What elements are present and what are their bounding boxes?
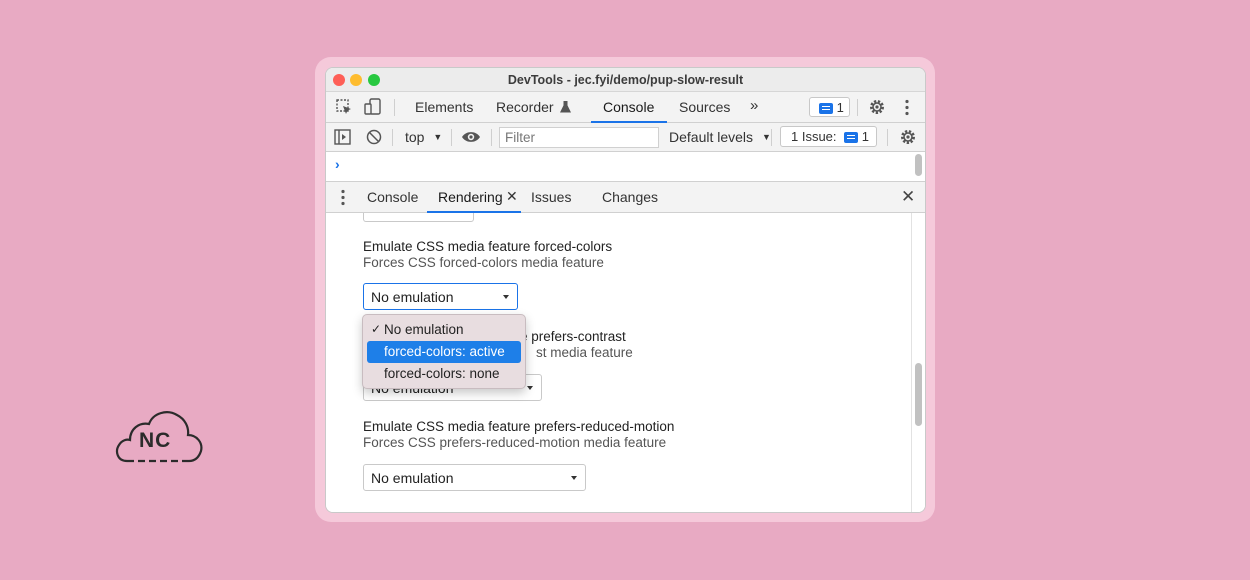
flask-icon: [560, 101, 572, 113]
drawer-tab-changes[interactable]: Changes: [602, 189, 658, 205]
forced-colors-subtitle: Forces CSS forced-colors media feature: [363, 255, 604, 270]
menu-option-no-emulation[interactable]: ✓ No emulation: [367, 319, 521, 341]
console-output[interactable]: [326, 152, 925, 182]
chevron-down-icon: ▼: [433, 132, 443, 142]
forced-colors-title: Emulate CSS media feature forced-colors: [363, 239, 613, 254]
sidebar-toggle-icon[interactable]: [334, 129, 351, 145]
issues-counter-count: 1: [861, 129, 870, 144]
menu-option-forced-colors-none[interactable]: forced-colors: none: [367, 363, 521, 385]
issues-counter-button[interactable]: 1 Issue: 1: [780, 126, 877, 147]
issues-badge-button[interactable]: 1: [809, 97, 850, 117]
eye-icon[interactable]: [461, 130, 481, 144]
reduced-motion-select[interactable]: No emulation: [363, 464, 586, 491]
console-scrollbar[interactable]: [915, 154, 922, 176]
prefers-contrast-subtitle: st media feature: [536, 345, 633, 360]
kebab-menu-icon[interactable]: [904, 99, 910, 116]
devtools-window: DevTools - jec.fyi/demo/pup-slow-result …: [325, 67, 926, 513]
close-tab-icon[interactable]: ✕: [506, 188, 518, 205]
menu-option-label: forced-colors: none: [384, 366, 500, 381]
clear-console-icon[interactable]: [366, 129, 382, 145]
chevron-down-icon: ▼: [761, 132, 771, 142]
chevron-down-icon: [571, 476, 577, 480]
context-selector-label: top: [405, 129, 425, 145]
drawer-tab-issues[interactable]: Issues: [531, 189, 571, 205]
issues-counter-label: 1 Issue:: [791, 129, 837, 144]
reduced-motion-select-value: No emulation: [371, 470, 454, 486]
chevron-down-icon: [527, 386, 533, 390]
nc-logo: NC: [113, 407, 205, 467]
rendering-scrollbar-thumb[interactable]: [915, 363, 922, 426]
context-selector[interactable]: top ▼: [405, 129, 442, 145]
forced-colors-select-value: No emulation: [371, 289, 454, 305]
title-bar: DevTools - jec.fyi/demo/pup-slow-result: [326, 68, 925, 92]
previous-select-stub[interactable]: [363, 213, 474, 222]
filter-input[interactable]: Filter: [499, 127, 659, 148]
menu-option-forced-colors-active[interactable]: forced-colors: active: [367, 341, 521, 363]
inspect-element-icon[interactable]: [336, 99, 353, 116]
tab-recorder[interactable]: Recorder: [496, 99, 572, 115]
console-settings-gear-icon[interactable]: [899, 128, 917, 146]
tab-recorder-label: Recorder: [496, 99, 554, 115]
close-drawer-icon[interactable]: ✕: [901, 187, 915, 207]
tab-console[interactable]: Console: [603, 99, 654, 115]
console-prompt[interactable]: ›: [335, 156, 340, 172]
reduced-motion-subtitle: Forces CSS prefers-reduced-motion media …: [363, 435, 667, 450]
main-toolbar: Elements Recorder Console Sources » 1: [326, 92, 925, 123]
prefers-contrast-title: e prefers-contrast: [520, 329, 626, 344]
message-icon: [819, 103, 833, 115]
tab-elements[interactable]: Elements: [415, 99, 473, 115]
message-icon: [844, 132, 859, 144]
menu-option-label: forced-colors: active: [384, 344, 505, 359]
checkmark-icon: ✓: [371, 322, 382, 336]
device-toolbar-icon[interactable]: [364, 98, 382, 116]
forced-colors-dropdown-menu: ✓ No emulation forced-colors: active for…: [362, 314, 526, 389]
issues-badge-count: 1: [836, 100, 844, 115]
gear-icon[interactable]: [868, 98, 886, 116]
console-toolbar: top ▼ Filter Default levels ▼ 1 Issue: 1: [326, 123, 925, 152]
window-title: DevTools - jec.fyi/demo/pup-slow-result: [507, 73, 744, 87]
drawer-tab-rendering[interactable]: Rendering: [438, 189, 503, 205]
tab-sources[interactable]: Sources: [679, 99, 730, 115]
menu-option-label: No emulation: [384, 322, 464, 337]
forced-colors-select[interactable]: No emulation: [363, 283, 518, 310]
log-levels-label: Default levels: [669, 129, 754, 145]
logo-text: NC: [139, 429, 172, 452]
chevron-down-icon: [503, 295, 509, 299]
reduced-motion-title: Emulate CSS media feature prefers-reduce…: [363, 419, 675, 434]
more-tabs-button[interactable]: »: [750, 97, 758, 114]
log-levels-dropdown[interactable]: Default levels ▼: [669, 129, 771, 145]
drawer-menu-icon[interactable]: [340, 189, 346, 206]
drawer-tab-bar: Console Rendering ✕ Issues Changes ✕: [326, 182, 925, 213]
drawer-tab-console[interactable]: Console: [367, 189, 418, 205]
